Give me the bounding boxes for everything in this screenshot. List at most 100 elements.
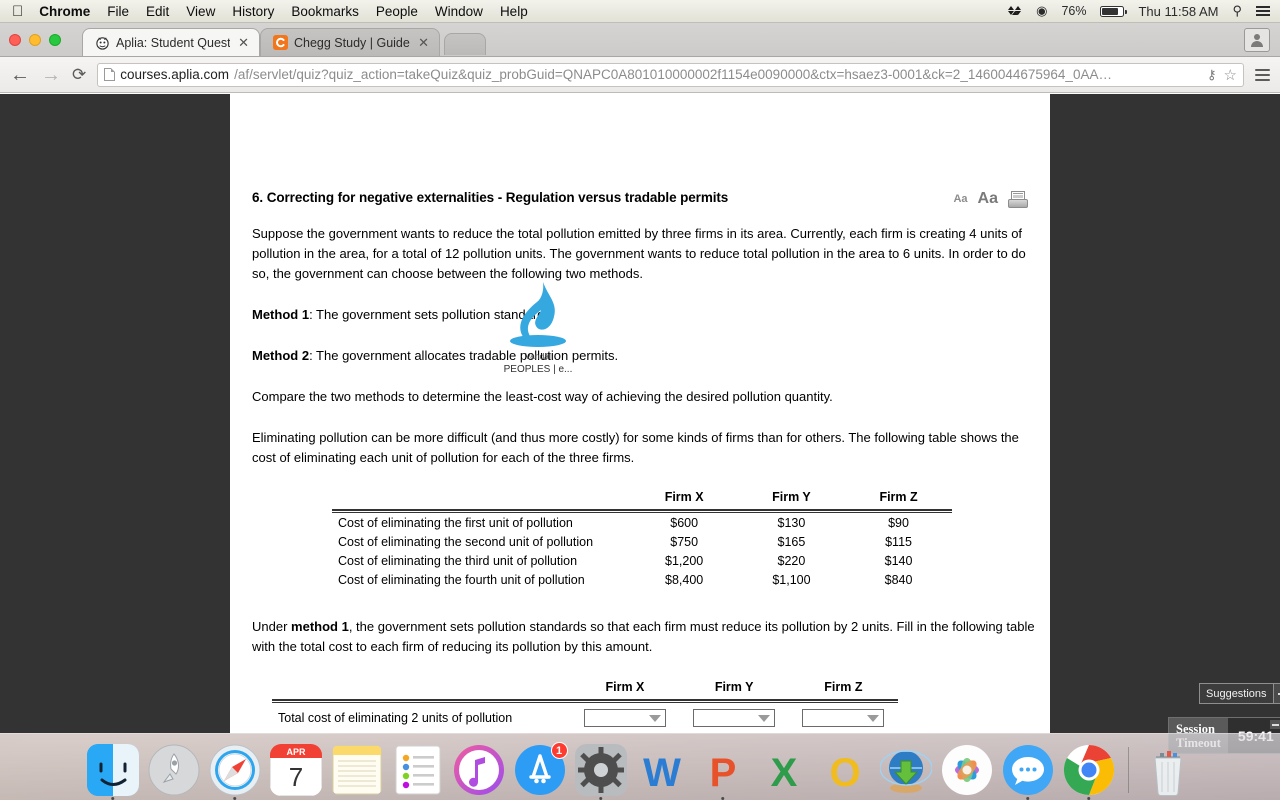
method-2-label: Method 2 bbox=[252, 348, 310, 363]
dock-item-launchpad[interactable] bbox=[148, 744, 200, 796]
cell-firm-x: $1,200 bbox=[665, 553, 704, 568]
dock-item-system-preferences[interactable] bbox=[574, 744, 627, 800]
dock-item-google-chrome[interactable] bbox=[1063, 744, 1115, 800]
tab-title: Chegg Study | Guided Solu bbox=[294, 35, 410, 50]
reminders-icon bbox=[395, 745, 440, 795]
dock-item-microsoft-excel[interactable]: X bbox=[758, 744, 810, 796]
battery-icon bbox=[1100, 5, 1127, 17]
flux-eye-icon[interactable]: ◉ bbox=[1036, 3, 1047, 19]
cost-of-elimination-table: Firm X Firm Y Firm Z Cost of eliminating… bbox=[332, 487, 952, 589]
system-preferences-icon bbox=[574, 744, 627, 796]
dock-item-calendar[interactable]: APR 7 bbox=[269, 744, 322, 796]
chrome-menu-icon[interactable] bbox=[1255, 66, 1270, 84]
page-left-margin bbox=[0, 94, 230, 733]
menu-item-chrome[interactable]: Chrome bbox=[39, 4, 90, 19]
dock-item-notes[interactable] bbox=[331, 744, 383, 796]
col-header-blank bbox=[332, 487, 631, 510]
reload-icon[interactable]: ⟳ bbox=[72, 65, 86, 85]
menu-item-help[interactable]: Help bbox=[500, 4, 528, 19]
profile-avatar-icon[interactable] bbox=[1244, 28, 1270, 52]
page-title: 6. Correcting for negative externalities… bbox=[252, 190, 729, 205]
suggestions-widget[interactable]: Suggestions bbox=[1199, 683, 1280, 704]
firm-z-total-cost-dropdown[interactable] bbox=[802, 709, 885, 727]
aplia-favicon bbox=[96, 37, 109, 50]
decrease-font-button[interactable]: Aa bbox=[953, 193, 967, 205]
close-icon[interactable]: ✕ bbox=[418, 35, 429, 51]
firm-y-total-cost-dropdown[interactable] bbox=[693, 709, 776, 727]
suggestions-label: Suggestions bbox=[1206, 687, 1267, 700]
menu-item-file[interactable]: File bbox=[107, 4, 129, 19]
print-icon[interactable] bbox=[1008, 190, 1028, 208]
close-icon[interactable]: ✕ bbox=[238, 35, 249, 51]
itunes-icon bbox=[453, 745, 504, 795]
back-arrow-icon[interactable]: ← bbox=[10, 65, 30, 85]
dock-item-download-manager[interactable] bbox=[879, 744, 932, 796]
password-key-icon[interactable]: ⚷ bbox=[1207, 67, 1217, 83]
col-header-firm-z: Firm Z bbox=[879, 490, 918, 504]
minimize-icon[interactable] bbox=[1269, 720, 1280, 729]
menu-item-bookmarks[interactable]: Bookmarks bbox=[291, 4, 359, 19]
dock-item-app-store[interactable]: 1 bbox=[514, 742, 568, 796]
menu-item-people[interactable]: People bbox=[376, 4, 418, 19]
running-indicator bbox=[110, 796, 115, 800]
svg-text:X: X bbox=[770, 751, 797, 795]
menu-item-window[interactable]: Window bbox=[435, 4, 483, 19]
svg-text:O: O bbox=[829, 751, 860, 795]
dock-item-photos[interactable] bbox=[941, 744, 993, 796]
new-tab-button[interactable] bbox=[444, 33, 486, 55]
omnibox-actions: ⚷ ☆ bbox=[1201, 66, 1237, 84]
minimize-icon[interactable] bbox=[1272, 684, 1280, 703]
menu-item-edit[interactable]: Edit bbox=[146, 4, 169, 19]
launchpad-icon bbox=[148, 744, 199, 796]
table-row: Cost of eliminating the fourth unit of p… bbox=[332, 570, 952, 589]
increase-font-button[interactable]: Aa bbox=[978, 190, 998, 208]
battery-percent-label: 76% bbox=[1061, 4, 1087, 18]
tab-aplia-student-question[interactable]: Aplia: Student Question ✕ bbox=[82, 28, 260, 56]
chegg-favicon bbox=[273, 35, 288, 50]
minimize-window-button[interactable] bbox=[29, 34, 41, 46]
dropbox-icon[interactable] bbox=[1008, 5, 1022, 18]
browser-tab-strip: Aplia: Student Question ✕ Chegg Study | … bbox=[0, 23, 1280, 57]
dock-item-messages[interactable] bbox=[1002, 744, 1054, 800]
microsoft-powerpoint-icon: P bbox=[709, 751, 736, 795]
prompt-post: , the government sets pollution standard… bbox=[252, 619, 1035, 654]
notification-center-icon[interactable] bbox=[1256, 3, 1270, 18]
dock-item-itunes[interactable] bbox=[453, 744, 505, 796]
cell-firm-z: $90 bbox=[888, 515, 909, 530]
page-right-margin bbox=[1050, 94, 1280, 733]
total-cost-answer-table: Firm X Firm Y Firm Z Total cost of elimi… bbox=[272, 677, 898, 730]
method-1-label: Method 1 bbox=[252, 307, 310, 322]
compare-methods-paragraph: Compare the two methods to determine the… bbox=[252, 389, 833, 404]
menu-bar-clock[interactable]: Thu 11:58 AM bbox=[1138, 4, 1218, 19]
apple-logo-icon[interactable]:  bbox=[12, 4, 23, 19]
close-window-button[interactable] bbox=[9, 34, 21, 46]
prompt-pre: Under bbox=[252, 619, 292, 634]
dock-item-finder[interactable] bbox=[86, 744, 139, 800]
running-indicator bbox=[232, 796, 237, 800]
menu-item-history[interactable]: History bbox=[232, 4, 274, 19]
maximize-window-button[interactable] bbox=[49, 34, 61, 46]
cell-firm-y: $220 bbox=[777, 553, 806, 568]
table-header-row: Firm X Firm Y Firm Z bbox=[272, 677, 898, 700]
forward-arrow-icon[interactable]: → bbox=[41, 65, 61, 85]
dock-item-safari[interactable] bbox=[209, 744, 261, 800]
microsoft-outlook-icon: O bbox=[829, 751, 860, 795]
cell-firm-y: $1,100 bbox=[772, 572, 811, 587]
cell-firm-z: $840 bbox=[884, 572, 913, 587]
star-bookmark-icon[interactable]: ☆ bbox=[1224, 66, 1237, 84]
cell-firm-z: $115 bbox=[885, 534, 912, 549]
address-bar[interactable]: courses.aplia.com/af/servlet/quiz?quiz_a… bbox=[97, 62, 1244, 87]
dock-item-trash[interactable] bbox=[1142, 744, 1194, 796]
dock-item-reminders[interactable] bbox=[392, 744, 444, 796]
dock-item-microsoft-word[interactable]: W bbox=[636, 744, 688, 796]
dock-item-microsoft-powerpoint[interactable]: P bbox=[697, 744, 749, 800]
table-row: Cost of eliminating the third unit of po… bbox=[332, 551, 952, 570]
tab-chegg-study[interactable]: Chegg Study | Guided Solu ✕ bbox=[260, 28, 440, 56]
col-header-firm-x: Firm X bbox=[664, 490, 704, 504]
url-path: /af/servlet/quiz?quiz_action=takeQuiz&qu… bbox=[234, 67, 1112, 82]
spotlight-search-icon[interactable]: ⚲ bbox=[1232, 3, 1242, 19]
menu-item-view[interactable]: View bbox=[186, 4, 215, 19]
firm-x-total-cost-dropdown[interactable] bbox=[583, 709, 666, 727]
question-tools: Aa Aa bbox=[953, 190, 1038, 208]
dock-item-microsoft-outlook[interactable]: O bbox=[819, 744, 871, 796]
